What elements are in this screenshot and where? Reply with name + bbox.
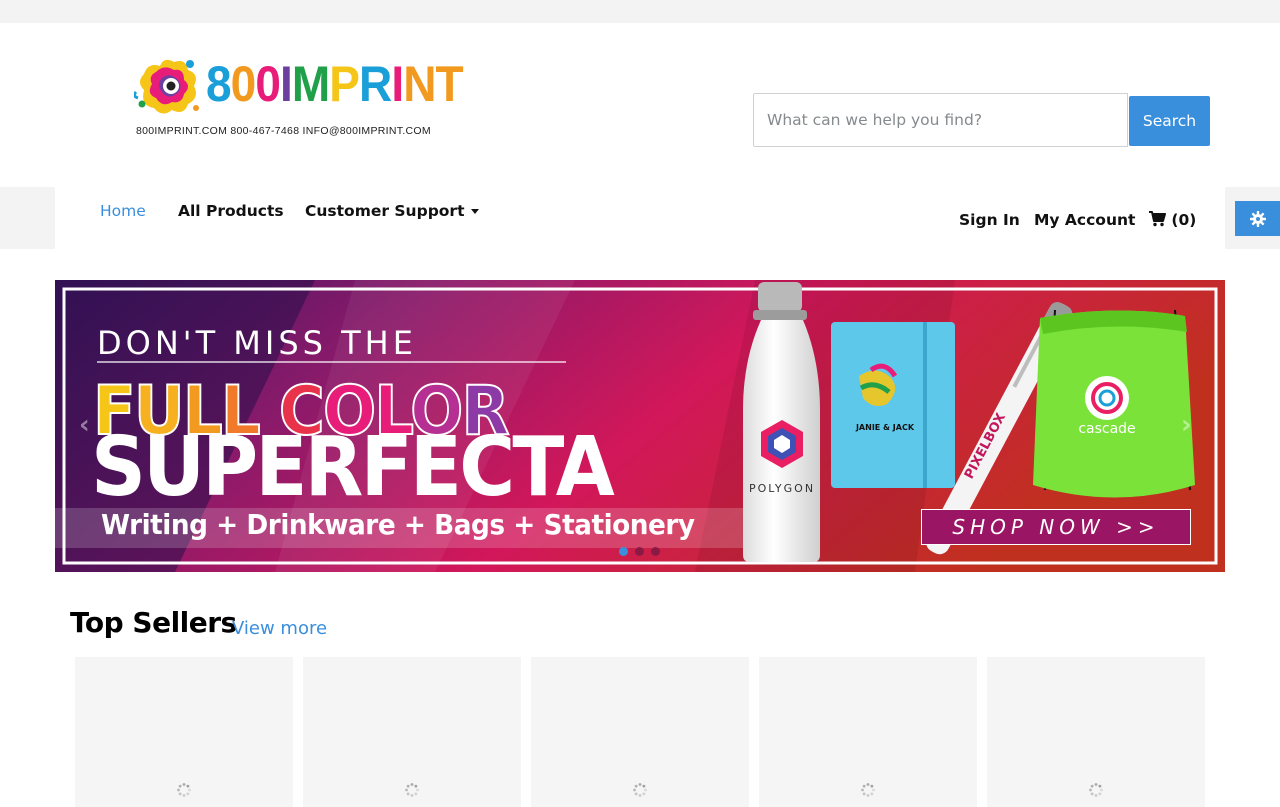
nav-all-products[interactable]: All Products <box>178 202 284 220</box>
nav-home[interactable]: Home <box>100 202 146 220</box>
carousel-next-icon[interactable]: › <box>1181 410 1192 440</box>
search-input[interactable] <box>753 93 1128 147</box>
product-card[interactable] <box>75 657 293 807</box>
loading-spinner-icon <box>861 783 875 797</box>
loading-spinner-icon <box>633 783 647 797</box>
loading-spinner-icon <box>1089 783 1103 797</box>
bag-label: cascade <box>1078 421 1135 437</box>
cart-icon <box>1149 211 1166 227</box>
shop-now-button[interactable]: SHOP NOW >> <box>921 509 1191 545</box>
bottle-label: POLYGON <box>749 482 815 495</box>
product-card[interactable] <box>531 657 749 807</box>
nav-customer-support[interactable]: Customer Support <box>305 202 479 220</box>
carousel-dot-3[interactable] <box>651 547 660 556</box>
sign-in-link[interactable]: Sign In <box>959 211 1020 229</box>
search-bar: Search <box>753 93 1210 149</box>
banner-line1: DON'T MISS THE <box>97 324 417 362</box>
loading-spinner-icon <box>177 783 191 797</box>
settings-button[interactable] <box>1235 201 1280 236</box>
logo-wordmark: 800IMPRINT <box>206 56 464 112</box>
notebook-label: JANIE & JACK <box>855 423 915 432</box>
drawstring-bag-image: cascade <box>1033 309 1195 498</box>
nav-all-products-label: All Products <box>178 202 284 220</box>
notebook-image: JANIE & JACK <box>831 322 955 488</box>
banner-line3: SUPERFECTA <box>91 420 615 515</box>
logo-contact-line: 800IMPRINT.COM 800-467-7468 INFO@800IMPR… <box>136 125 431 137</box>
paint-splash-logo-icon <box>134 59 199 114</box>
search-button[interactable]: Search <box>1129 96 1210 146</box>
banner-tagline: Writing + Drinkware + Bags + Stationery <box>101 508 695 541</box>
top-sellers-title: Top Sellers <box>70 606 237 639</box>
top-strip <box>0 0 1280 23</box>
nav-left-spacer <box>0 187 55 249</box>
carousel-dot-1[interactable] <box>619 547 628 556</box>
gear-icon <box>1249 210 1266 227</box>
loading-spinner-icon <box>405 783 419 797</box>
carousel-indicators <box>619 547 660 556</box>
nav-home-label: Home <box>100 202 146 220</box>
carousel-dot-2[interactable] <box>635 547 644 556</box>
chevron-down-icon <box>470 209 479 214</box>
cart-count: (0) <box>1171 211 1197 229</box>
view-more-link[interactable]: View more <box>232 618 327 639</box>
my-account-link[interactable]: My Account <box>1034 211 1135 229</box>
product-card[interactable] <box>303 657 521 807</box>
site-logo[interactable]: 800IMPRINT 800IMPRINT.COM 800-467-7468 I… <box>134 52 474 142</box>
product-card[interactable] <box>987 657 1205 807</box>
nav-customer-support-label: Customer Support <box>305 202 465 220</box>
product-card[interactable] <box>759 657 977 807</box>
carousel-prev-icon[interactable]: ‹ <box>79 410 90 440</box>
hero-banner[interactable]: POLYGON JANIE & JACK PIXELBOX cascade DO… <box>55 280 1225 572</box>
cart-link[interactable]: (0) <box>1149 211 1196 229</box>
